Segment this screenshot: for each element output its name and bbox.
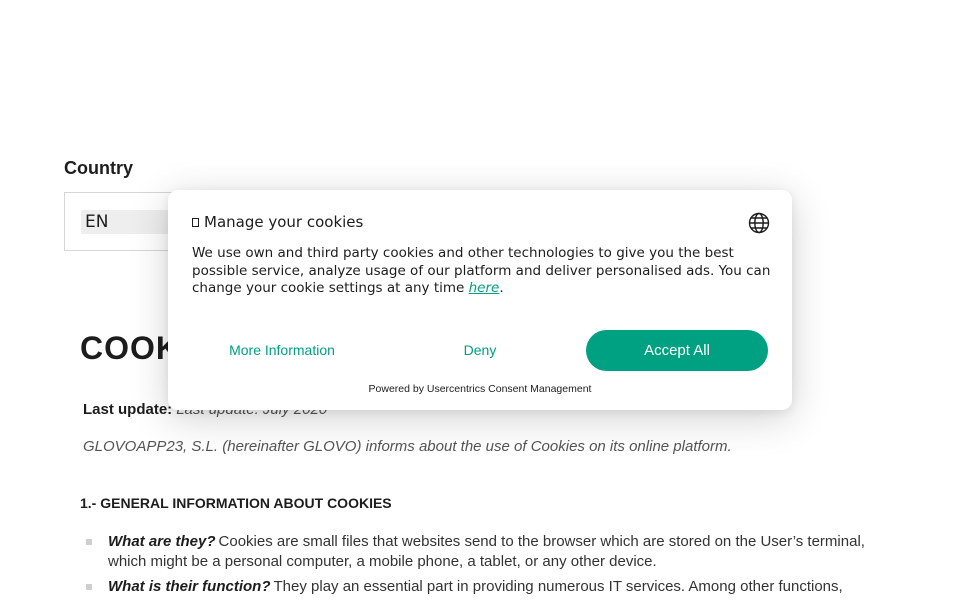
intro-paragraph: GLOVOAPP23, S.L. (hereinafter GLOVO) inf…: [83, 438, 732, 455]
country-label: Country: [64, 158, 133, 178]
bullet-icon: [86, 584, 92, 590]
list-item-question: What are they?: [108, 533, 216, 550]
list-item: What is their function? They play an esse…: [86, 577, 886, 597]
cookie-dialog-body: We use own and third party cookies and o…: [192, 245, 771, 296]
more-information-button[interactable]: More Information: [192, 330, 372, 370]
last-update-label: Last update:: [83, 401, 173, 418]
deny-button[interactable]: Deny: [390, 330, 570, 370]
section-heading: 1.- GENERAL INFORMATION ABOUT COOKIES: [80, 495, 392, 511]
cookie-icon: [192, 217, 199, 227]
bullet-icon: [86, 539, 92, 545]
info-list: What are they? Cookies are small files th…: [86, 532, 886, 600]
globe-icon[interactable]: [748, 212, 770, 234]
list-item: What are they? Cookies are small files th…: [86, 532, 886, 572]
list-item-text: Cookies are small files that websites se…: [108, 533, 865, 570]
cookie-dialog-title: Manage your cookies: [192, 213, 363, 231]
list-item-question: What is their function?: [108, 578, 271, 595]
accept-all-button[interactable]: Accept All: [586, 330, 768, 371]
cookie-settings-link[interactable]: here: [469, 280, 500, 296]
cookie-consent-dialog: Manage your cookies We use own and third…: [168, 190, 792, 410]
powered-by-label: Powered by Usercentrics Consent Manageme…: [368, 383, 592, 395]
cookie-dialog-title-text: Manage your cookies: [204, 213, 364, 231]
list-item-text: They play an essential part in providing…: [273, 578, 843, 595]
